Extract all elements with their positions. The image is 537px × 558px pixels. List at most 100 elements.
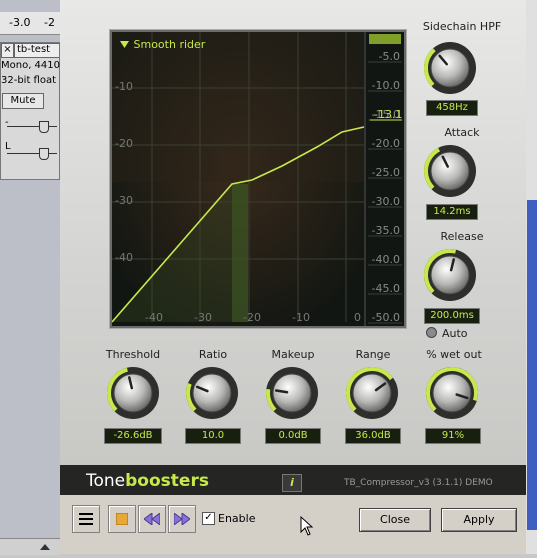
triangle-down-icon xyxy=(120,41,129,48)
attack-value: 14.2ms xyxy=(426,204,478,220)
meter-current-level: -13.1 xyxy=(374,108,402,121)
stop-button[interactable] xyxy=(108,505,136,533)
knob-svg xyxy=(107,367,159,419)
wet-out-label: % wet out xyxy=(426,348,482,361)
sidechain-hpf-label: Sidechain HPF xyxy=(422,20,502,33)
track-close-button[interactable]: × xyxy=(1,43,14,58)
ratio-value: 10.0 xyxy=(185,428,241,444)
mouse-pointer-icon xyxy=(300,516,314,536)
meter-tick-label: -35.0 xyxy=(372,224,400,237)
range-label: Range xyxy=(355,348,391,361)
x-tick-label: -40 xyxy=(145,311,163,324)
threshold-knob[interactable] xyxy=(105,365,161,421)
track-name-menu[interactable]: tb-test xyxy=(14,43,59,58)
knob-cap xyxy=(430,151,470,191)
ruler-tick: -3.0 xyxy=(9,16,31,29)
track-info-bitdepth: 32-bit float xyxy=(1,75,57,86)
brand-light: Tone xyxy=(86,471,126,491)
makeup-label: Makeup xyxy=(271,348,315,361)
knob-svg xyxy=(424,145,476,197)
release-knob[interactable] xyxy=(422,247,478,303)
release-value: 200.0ms xyxy=(424,308,480,324)
y-tick-label: -10 xyxy=(115,80,133,93)
gain-label: - xyxy=(5,117,9,128)
timeline-ruler[interactable]: -3.0 -2 xyxy=(0,12,60,35)
threshold-label: Threshold xyxy=(105,348,161,361)
meter-tick-label: -25.0 xyxy=(372,166,400,179)
attack-label: Attack xyxy=(444,126,480,139)
toneboosters-logo: Toneboosters xyxy=(86,471,209,491)
knob-cap xyxy=(352,373,392,413)
range-knob[interactable] xyxy=(344,365,400,421)
meter-tick-label: -30.0 xyxy=(372,195,400,208)
meter-tick-label: -10.0 xyxy=(372,79,400,92)
graph-upper-zone xyxy=(112,32,364,182)
meter-tick-label: -20.0 xyxy=(372,137,400,150)
threshold-value: -26.6dB xyxy=(104,428,162,444)
x-tick-label: -30 xyxy=(194,311,212,324)
knob-svg xyxy=(426,367,478,419)
waveform-fragment xyxy=(527,200,537,530)
knob-svg xyxy=(424,42,476,94)
x-tick-label: -10 xyxy=(292,311,310,324)
version-label: TB_Compressor_v3 (3.1.1) DEMO xyxy=(344,478,493,488)
makeup-knob[interactable] xyxy=(264,365,320,421)
stop-icon xyxy=(116,513,128,525)
range-value: 36.0dB xyxy=(345,428,401,444)
gain-slider-track xyxy=(7,126,57,127)
brand-bold: boosters xyxy=(125,471,209,491)
knob-pointer xyxy=(274,389,289,394)
pan-slider-track xyxy=(7,153,57,154)
x-tick-label: 0 xyxy=(354,311,361,324)
auto-label: Auto xyxy=(442,327,468,340)
meter-peak-bar xyxy=(369,34,401,44)
tb-compressor-window: -10 -20 -30 -40 -40 -30 -20 -10 0 -5.0 -1… xyxy=(60,0,526,554)
transfer-curve-svg: -10 -20 -30 -40 -40 -30 -20 -10 0 -5.0 -1… xyxy=(111,32,404,326)
x-tick-label: -20 xyxy=(243,311,261,324)
knob-cap xyxy=(113,373,153,413)
enable-checkbox[interactable]: ✓ xyxy=(202,512,215,525)
wet-out-knob[interactable] xyxy=(424,365,480,421)
knob-cap xyxy=(430,48,470,88)
knob-svg xyxy=(186,367,238,419)
ruler-tick: -2 xyxy=(44,16,55,29)
makeup-value: 0.0dB xyxy=(265,428,321,444)
meter-tick-label: -40.0 xyxy=(372,253,400,266)
meter-tick-label: -50.0 xyxy=(372,311,400,324)
mute-button[interactable]: Mute xyxy=(2,93,44,109)
sidechain-hpf-value: 458Hz xyxy=(426,100,478,116)
knob-cap xyxy=(272,373,312,413)
menu-button[interactable] xyxy=(72,505,100,533)
apply-button[interactable]: Apply xyxy=(441,508,517,532)
y-tick-label: -40 xyxy=(115,251,133,264)
rewind-button[interactable] xyxy=(138,505,166,533)
ratio-label: Ratio xyxy=(198,348,228,361)
sidechain-hpf-knob[interactable] xyxy=(422,40,478,96)
gain-slider-thumb[interactable] xyxy=(39,121,49,133)
auto-release-led[interactable] xyxy=(426,327,437,338)
pan-slider-thumb[interactable] xyxy=(39,148,49,160)
track-bottom-bar xyxy=(0,538,60,555)
fast-forward-button[interactable] xyxy=(168,505,196,533)
knob-cap xyxy=(192,373,232,413)
knob-svg xyxy=(424,249,476,301)
release-label: Release xyxy=(440,230,484,243)
wet-out-value: 91% xyxy=(425,428,481,444)
knob-cap xyxy=(430,255,470,295)
attack-knob[interactable] xyxy=(422,143,478,199)
preset-selector[interactable]: Smooth rider xyxy=(120,38,205,51)
knob-cap xyxy=(432,373,472,413)
meter-tick-label: -45.0 xyxy=(372,282,400,295)
y-tick-label: -20 xyxy=(115,137,133,150)
info-button[interactable]: i xyxy=(282,474,302,492)
close-button[interactable]: Close xyxy=(359,508,431,532)
y-tick-label: -30 xyxy=(115,194,133,207)
knob-svg xyxy=(346,367,398,419)
hamburger-icon xyxy=(79,513,93,525)
enable-label: Enable xyxy=(218,512,256,525)
ratio-knob[interactable] xyxy=(184,365,240,421)
collapse-arrow-icon[interactable] xyxy=(0,539,60,555)
transfer-curve-display: -10 -20 -30 -40 -40 -30 -20 -10 0 -5.0 -1… xyxy=(110,30,406,328)
rewind-icon xyxy=(144,513,160,525)
track-control-panel: × tb-test Mono, 44100 32-bit float Mute … xyxy=(0,42,66,180)
